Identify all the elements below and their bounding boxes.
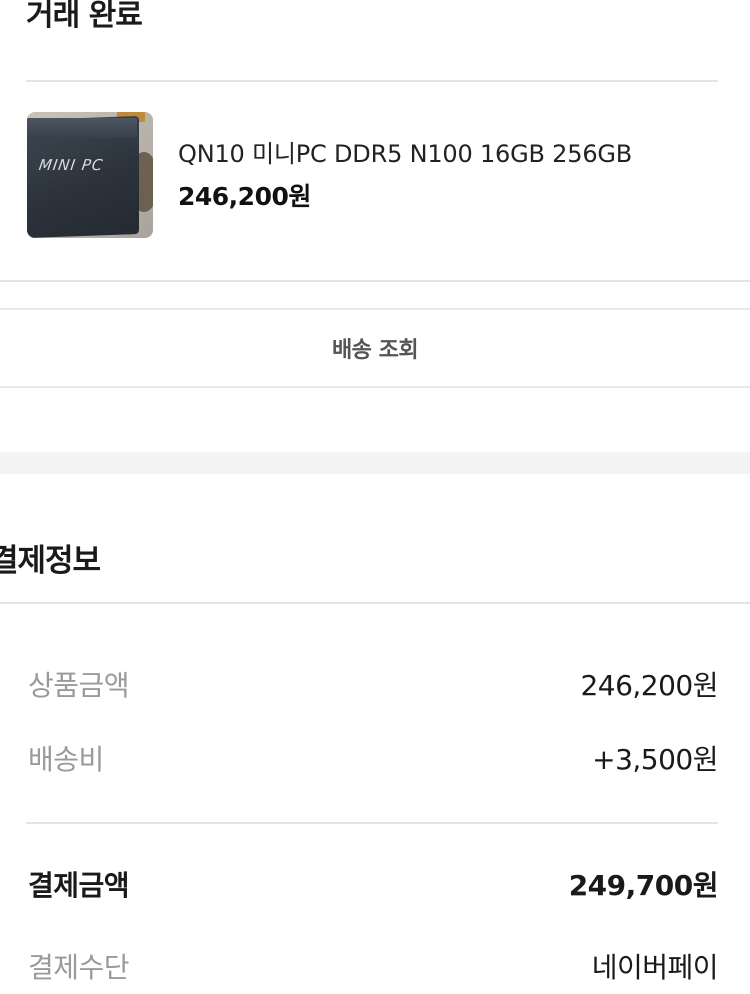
total-amount-label: 결제금액: [28, 869, 130, 902]
shipping-fee-value: +3,500원: [592, 743, 718, 776]
thumbnail-label: MINI PC: [37, 156, 105, 174]
divider: [26, 822, 718, 824]
product-name[interactable]: QN10 미니PC DDR5 N100 16GB 256GB: [178, 138, 632, 170]
product-thumbnail[interactable]: MINI PC: [27, 112, 153, 238]
order-status-title: 거래 완료: [26, 0, 143, 33]
divider: [0, 602, 750, 604]
product-price: 246,200원: [178, 182, 311, 211]
box-lid: [27, 118, 137, 138]
delivery-tracking-button[interactable]: 배송 조회: [0, 308, 750, 388]
delivery-tracking-label: 배송 조회: [331, 338, 419, 363]
payment-info-title: 결제정보: [0, 543, 101, 579]
payment-method-label: 결제수단: [28, 951, 130, 984]
divider: [0, 280, 750, 282]
section-separator: [0, 452, 750, 474]
shipping-fee-label: 배송비: [28, 743, 104, 776]
product-amount-value: 246,200원: [580, 669, 718, 702]
payment-method-value: 네이버페이: [591, 951, 719, 984]
divider: [26, 80, 718, 82]
product-amount-label: 상품금액: [28, 669, 130, 702]
total-amount-value: 249,700원: [568, 869, 719, 902]
